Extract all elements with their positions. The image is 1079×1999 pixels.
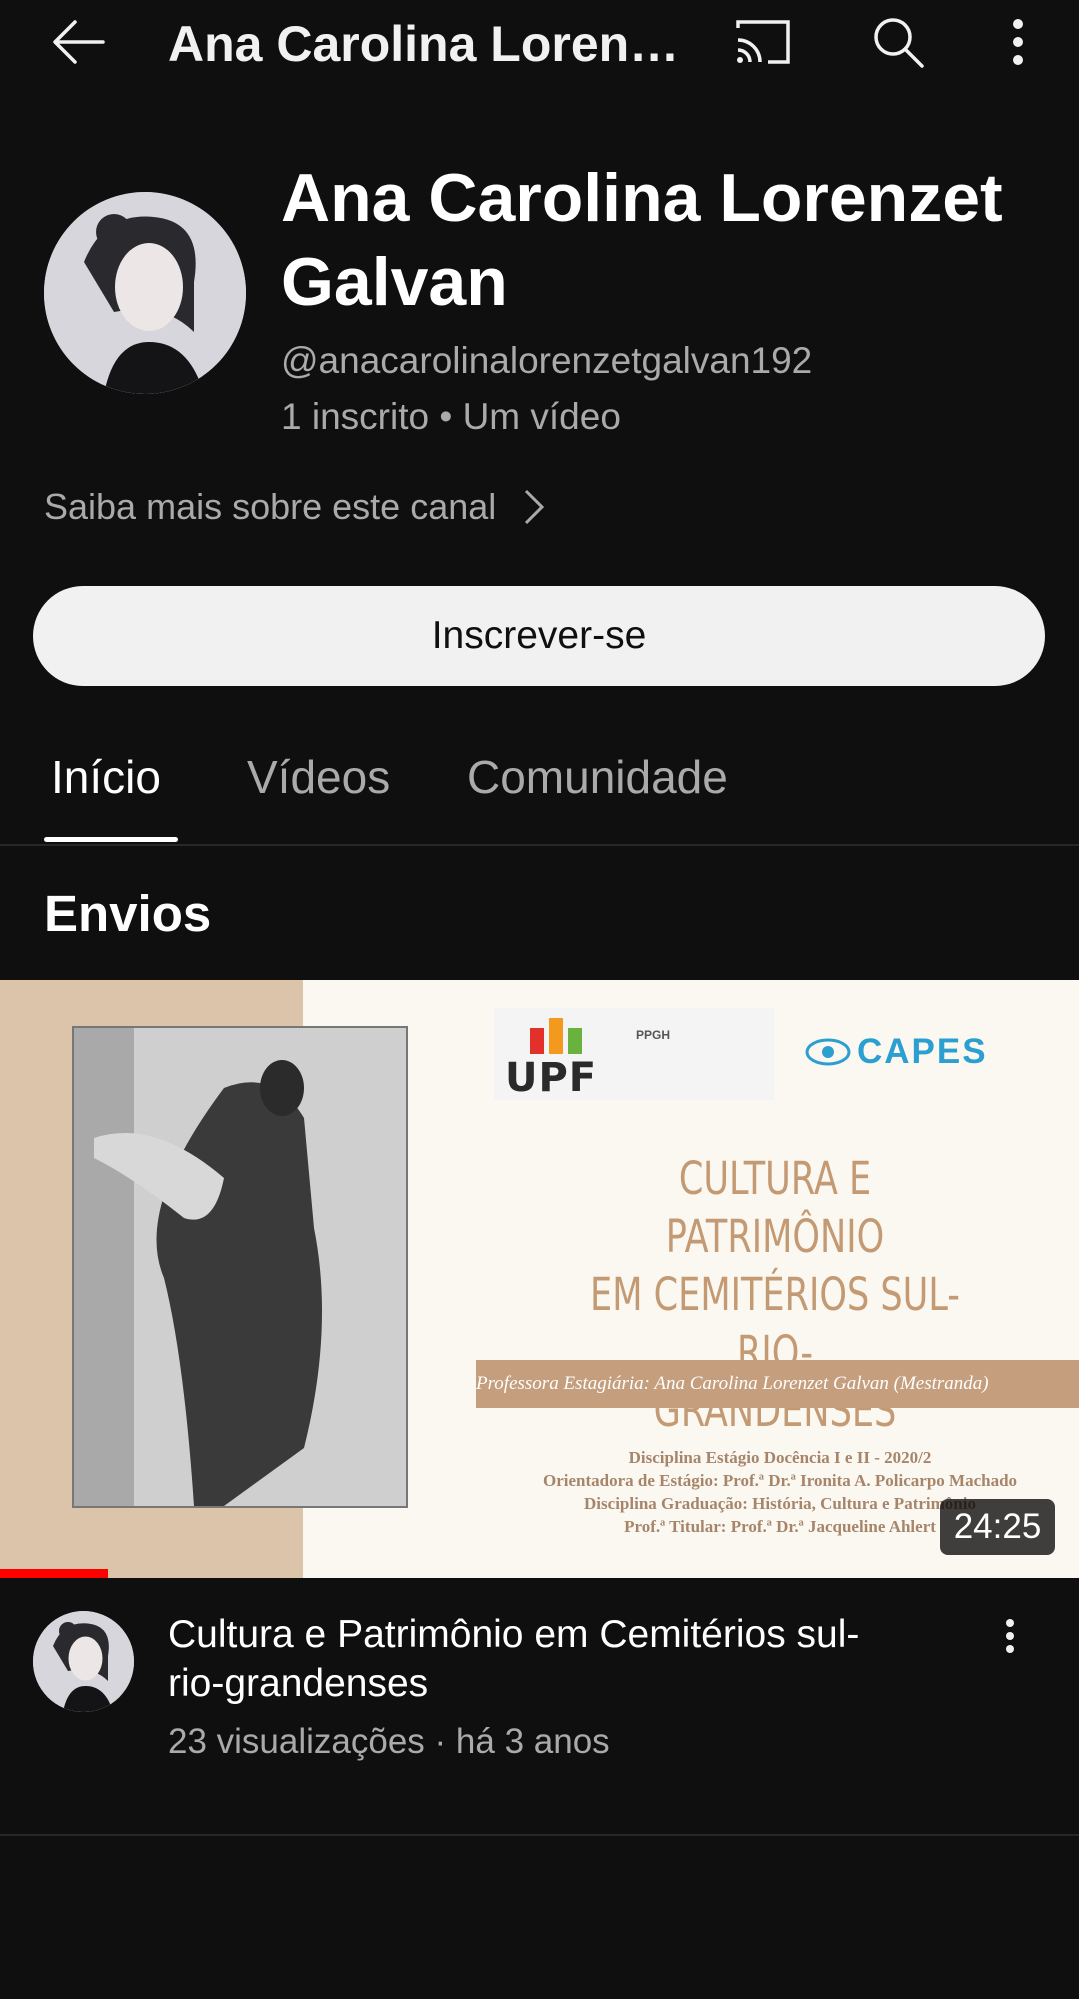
channel-name: Ana Carolina Lorenzet Galvan (281, 160, 1003, 320)
subscribe-button[interactable]: Inscrever-se (33, 586, 1045, 686)
back-arrow-icon (53, 20, 105, 64)
back-button[interactable] (44, 12, 114, 72)
chevron-right-icon (525, 489, 545, 525)
channel-handle: @anacarolinalorenzetgalvan192 (281, 340, 813, 381)
cast-icon (736, 20, 790, 64)
active-tab-indicator (44, 837, 178, 842)
capes-eye-icon (805, 1038, 851, 1066)
thumbnail-info-line: Disciplina Estágio Docência I e II - 202… (628, 1448, 932, 1467)
app-bar-title: Ana Carolina Loren… (168, 16, 680, 72)
video-meta: 23 visualizações · há 3 anos (168, 1722, 610, 1761)
thumbnail-title-line: CULTURA E PATRIMÔNIO (665, 1152, 885, 1263)
tab-comunidade[interactable]: Comunidade (467, 750, 728, 804)
capes-logo: CAPES (805, 1032, 988, 1072)
watch-progress-bar (0, 1569, 108, 1578)
ppgh-logo-text: PPGH (636, 1028, 671, 1042)
video-more-button[interactable] (990, 1614, 1030, 1658)
search-icon (874, 18, 924, 68)
more-vert-icon (1013, 19, 1023, 65)
avatar-portrait (33, 1611, 134, 1712)
about-channel-label: Saiba mais sobre este canal (44, 486, 497, 527)
upf-logo-text: UPF (505, 1055, 598, 1101)
tab-videos[interactable]: Vídeos (247, 750, 390, 804)
more-options-button[interactable] (994, 12, 1042, 72)
video-thumbnail[interactable]: UPF PPGH CAPES CULTURA E PATRIMÔNIO EM C… (0, 980, 1079, 1578)
channel-tabs: Início Vídeos Comunidade (0, 720, 1079, 845)
more-vert-icon (1006, 1619, 1014, 1653)
search-button[interactable] (866, 10, 930, 74)
video-title[interactable]: Cultura e Patrimônio em Cemitérios sul-r… (168, 1610, 888, 1708)
section-title: Envios (44, 885, 212, 942)
statue-photo (72, 1026, 408, 1508)
avatar-portrait (44, 192, 246, 394)
video-duration-badge: 24:25 (940, 1499, 1055, 1555)
capes-logo-text: CAPES (857, 1032, 988, 1071)
cast-button[interactable] (728, 12, 798, 72)
thumbnail-info-line: Orientadora de Estágio: Prof.ª Dr.ª Iron… (542, 1471, 1018, 1490)
video-channel-avatar[interactable] (33, 1611, 134, 1712)
list-divider (0, 1834, 1079, 1836)
thumbnail-band: Professora Estagiária: Ana Carolina Lore… (476, 1360, 1079, 1408)
channel-avatar[interactable] (44, 192, 246, 394)
app-bar: Ana Carolina Loren… (0, 0, 1079, 90)
tab-inicio[interactable]: Início (51, 750, 161, 804)
channel-stats: 1 inscrito • Um vídeo (281, 396, 621, 437)
about-channel-link[interactable]: Saiba mais sobre este canal (44, 482, 546, 532)
upf-logo-icon (530, 1018, 582, 1054)
tabs-divider (0, 844, 1079, 846)
thumbnail-band-text: Professora Estagiária: Ana Carolina Lore… (476, 1373, 989, 1394)
